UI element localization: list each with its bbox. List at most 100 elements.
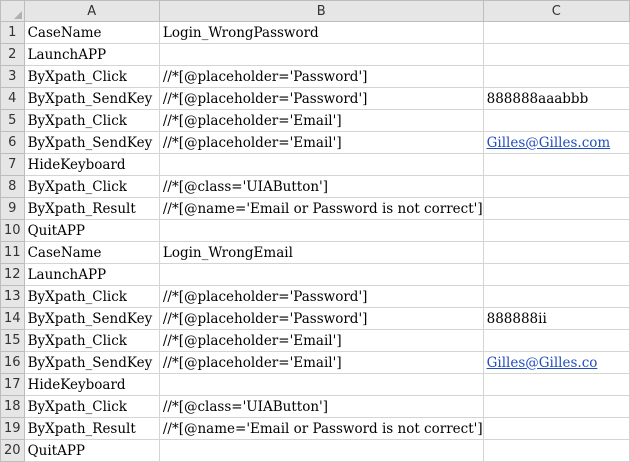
cell-a[interactable]: ByXpath_Click — [23, 395, 160, 418]
row-header[interactable]: 7 — [0, 153, 25, 176]
cell-c-email-link[interactable]: Gilles@Gilles.com — [482, 131, 630, 154]
cell-a[interactable]: LaunchAPP — [23, 43, 160, 66]
cell-b[interactable]: //*[@placeholder='Email'] — [158, 131, 484, 154]
cell-a[interactable]: ByXpath_Result — [23, 417, 160, 440]
row-header[interactable]: 18 — [0, 395, 25, 418]
cell-c[interactable] — [482, 153, 630, 176]
cell-a[interactable]: ByXpath_Click — [23, 175, 160, 198]
cell-c[interactable] — [482, 65, 630, 88]
table-row: 3 ByXpath_Click//*[@placeholder='Password… — [0, 65, 630, 88]
cell-c-email-link[interactable]: Gilles@Gilles.co — [482, 351, 630, 374]
cell-b[interactable]: //*[@placeholder='Password'] — [158, 307, 484, 330]
table-row: 18 ByXpath_Click//*[@class='UIAButton'] — [0, 395, 630, 418]
column-header-b[interactable]: B — [158, 0, 484, 22]
row-header[interactable]: 12 — [0, 263, 25, 286]
cell-c[interactable]: 888888ii — [482, 307, 630, 330]
cell-c[interactable] — [482, 197, 630, 220]
cell-b[interactable]: //*[@placeholder='Email'] — [158, 329, 484, 352]
cell-a[interactable]: ByXpath_SendKey — [23, 351, 160, 374]
table-row: 17 HideKeyboard — [0, 373, 630, 396]
cell-b[interactable]: //*[@placeholder='Password'] — [158, 285, 484, 308]
table-row: 1 CaseName Login_WrongPassword — [0, 21, 630, 44]
cell-b[interactable]: //*[@name='Email or Password is not corr… — [158, 417, 484, 440]
cell-c[interactable] — [482, 109, 630, 132]
cell-b[interactable]: //*[@name='Email or Password is not corr… — [158, 197, 484, 220]
cell-b[interactable]: //*[@class='UIAButton'] — [158, 175, 484, 198]
cell-b[interactable]: //*[@class='UIAButton'] — [158, 395, 484, 418]
row-header[interactable]: 16 — [0, 351, 25, 374]
row-header[interactable]: 19 — [0, 417, 25, 440]
row-header[interactable]: 3 — [0, 65, 25, 88]
cell-a[interactable]: ByXpath_Result — [23, 197, 160, 220]
row-header[interactable]: 13 — [0, 285, 25, 308]
row-header[interactable]: 4 — [0, 87, 25, 110]
row-header[interactable]: 10 — [0, 219, 25, 242]
cell-c[interactable] — [482, 329, 630, 352]
cell-b[interactable]: //*[@placeholder='Password'] — [158, 87, 484, 110]
cell-a[interactable]: ByXpath_SendKey — [23, 87, 160, 110]
table-row: 6 ByXpath_SendKey//*[@placeholder='Email'… — [0, 131, 630, 154]
cell-a[interactable]: ByXpath_Click — [23, 285, 160, 308]
table-row: 11 CaseName Login_WrongEmail — [0, 241, 630, 264]
column-header-a[interactable]: A — [23, 0, 160, 22]
cell-b[interactable]: //*[@placeholder='Password'] — [158, 65, 484, 88]
cell-a[interactable]: QuitAPP — [23, 439, 160, 462]
row-header[interactable]: 17 — [0, 373, 25, 396]
cell-c[interactable] — [482, 417, 630, 440]
cell-c[interactable] — [482, 241, 630, 264]
row-header[interactable]: 6 — [0, 131, 25, 154]
cell-a[interactable]: ByXpath_Click — [23, 329, 160, 352]
cell-c[interactable] — [482, 373, 630, 396]
cell-b[interactable] — [158, 373, 484, 396]
cell-c[interactable] — [482, 43, 630, 66]
table-row: 9 ByXpath_Result//*[@name='Email or Passw… — [0, 197, 630, 220]
table-row: 10 QuitAPP — [0, 219, 630, 242]
column-header-row: A B C — [0, 0, 630, 22]
cell-a[interactable]: LaunchAPP — [23, 263, 160, 286]
cell-a[interactable]: CaseName — [23, 241, 160, 264]
table-row: 8 ByXpath_Click//*[@class='UIAButton'] — [0, 175, 630, 198]
row-header[interactable]: 2 — [0, 43, 25, 66]
cell-b[interactable] — [158, 153, 484, 176]
cell-c[interactable] — [482, 285, 630, 308]
select-all-corner[interactable] — [0, 0, 25, 22]
row-header[interactable]: 20 — [0, 439, 25, 462]
table-row: 4 ByXpath_SendKey//*[@placeholder='Passwo… — [0, 87, 630, 110]
table-row: 16 ByXpath_SendKey//*[@placeholder='Email… — [0, 351, 630, 374]
cell-a[interactable]: ByXpath_SendKey — [23, 131, 160, 154]
row-header[interactable]: 14 — [0, 307, 25, 330]
cell-b[interactable]: Login_WrongEmail — [158, 241, 484, 264]
row-header[interactable]: 8 — [0, 175, 25, 198]
cell-c[interactable] — [482, 263, 630, 286]
column-header-c[interactable]: C — [482, 0, 630, 22]
cell-b[interactable]: //*[@placeholder='Email'] — [158, 351, 484, 374]
row-header[interactable]: 11 — [0, 241, 25, 264]
cell-c[interactable]: 888888aaabbb — [482, 87, 630, 110]
row-header[interactable]: 9 — [0, 197, 25, 220]
row-header[interactable]: 15 — [0, 329, 25, 352]
table-row: 15 ByXpath_Click//*[@placeholder='Email'] — [0, 329, 630, 352]
cell-c[interactable] — [482, 175, 630, 198]
cell-b[interactable] — [158, 263, 484, 286]
cell-c[interactable] — [482, 219, 630, 242]
cell-a[interactable]: ByXpath_SendKey — [23, 307, 160, 330]
cell-b[interactable]: Login_WrongPassword — [158, 21, 484, 44]
spreadsheet-grid: A B C 1 CaseName Login_WrongPassword 2 Launc… — [0, 0, 630, 462]
cell-c[interactable] — [482, 439, 630, 462]
cell-a[interactable]: ByXpath_Click — [23, 65, 160, 88]
cell-b[interactable] — [158, 43, 484, 66]
cell-b[interactable] — [158, 439, 484, 462]
row-header[interactable]: 5 — [0, 109, 25, 132]
cell-a[interactable]: CaseName — [23, 21, 160, 44]
cell-a[interactable]: QuitAPP — [23, 219, 160, 242]
cell-c[interactable] — [482, 21, 630, 44]
table-row: 5 ByXpath_Click//*[@placeholder='Email'] — [0, 109, 630, 132]
cell-c[interactable] — [482, 395, 630, 418]
table-row: 12 LaunchAPP — [0, 263, 630, 286]
cell-a[interactable]: HideKeyboard — [23, 373, 160, 396]
cell-b[interactable]: //*[@placeholder='Email'] — [158, 109, 484, 132]
cell-a[interactable]: HideKeyboard — [23, 153, 160, 176]
row-header[interactable]: 1 — [0, 21, 25, 44]
cell-b[interactable] — [158, 219, 484, 242]
cell-a[interactable]: ByXpath_Click — [23, 109, 160, 132]
